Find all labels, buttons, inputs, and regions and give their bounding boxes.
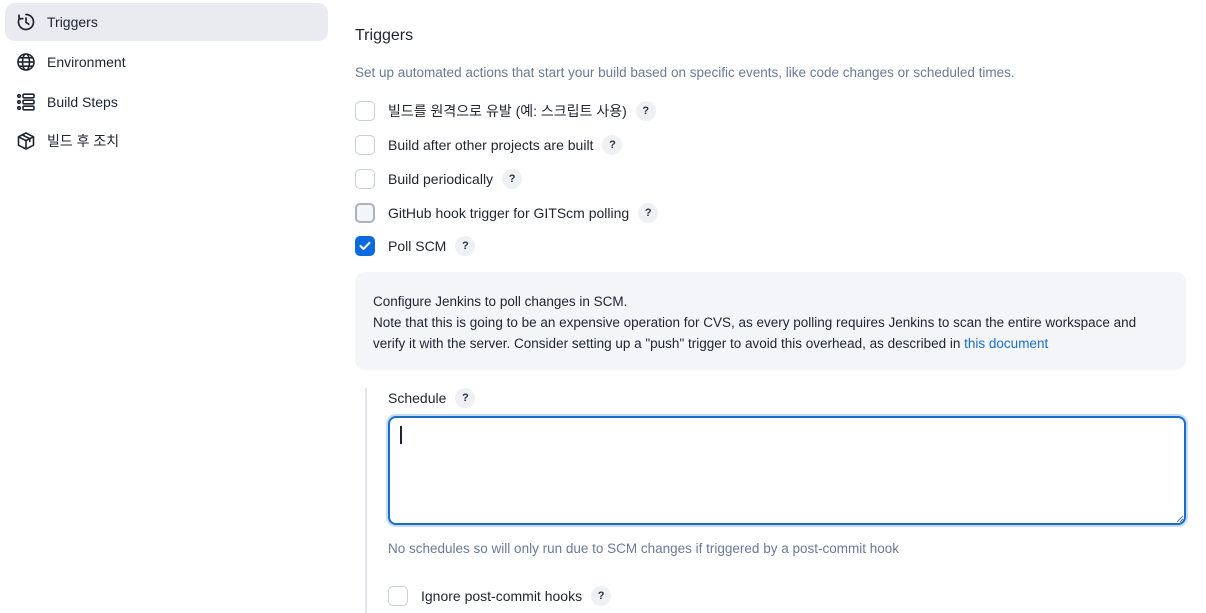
help-icon[interactable]: ? xyxy=(502,169,523,189)
github-hook-checkbox[interactable] xyxy=(355,203,375,223)
globe-icon xyxy=(15,51,37,73)
option-label: 빌드를 원격으로 유발 (예: 스크립트 사용) xyxy=(388,103,627,119)
ignore-post-commit-hooks-checkbox[interactable] xyxy=(388,586,408,606)
sidebar-item-environment[interactable]: Environment xyxy=(5,43,328,81)
package-icon xyxy=(15,130,37,152)
option-build-after-other: Build after other projects are built ? xyxy=(355,134,623,156)
section-description: Set up automated actions that start your… xyxy=(355,65,1015,80)
remote-trigger-checkbox[interactable] xyxy=(355,101,375,121)
option-ignore-post-commit-hooks: Ignore post-commit hooks ? xyxy=(388,585,612,607)
poll-scm-help-panel: Configure Jenkins to poll changes in SCM… xyxy=(355,272,1186,370)
sidebar-item-label: 빌드 후 조치 xyxy=(47,133,120,149)
help-icon[interactable]: ? xyxy=(602,135,623,155)
help-text-line1: Configure Jenkins to poll changes in SCM… xyxy=(373,294,628,309)
option-label: GitHub hook trigger for GITScm polling xyxy=(388,205,630,221)
schedule-textarea[interactable] xyxy=(388,416,1186,525)
sidebar-item-post-build[interactable]: 빌드 후 조치 xyxy=(5,122,328,160)
help-icon[interactable]: ? xyxy=(635,101,656,121)
sidebar: Triggers Environment Build Steps 빌드 후 조치 xyxy=(0,0,340,607)
sidebar-item-label: Triggers xyxy=(47,14,98,30)
schedule-hint: No schedules so will only run due to SCM… xyxy=(388,541,899,556)
schedule-label: Schedule xyxy=(388,390,447,406)
option-label: Build after other projects are built xyxy=(388,137,594,153)
poll-scm-nested-section: Schedule ? No schedules so will only run… xyxy=(365,388,1189,613)
option-label: Ignore post-commit hooks xyxy=(421,588,583,604)
main-content: Triggers Set up automated actions that s… xyxy=(355,0,1187,613)
sidebar-item-label: Environment xyxy=(47,54,126,70)
option-label: Poll SCM xyxy=(388,238,447,254)
option-poll-scm: Poll SCM ? xyxy=(355,235,476,257)
sidebar-item-label: Build Steps xyxy=(47,94,118,110)
poll-scm-checkbox[interactable] xyxy=(355,236,375,256)
text-caret xyxy=(400,426,402,444)
sidebar-item-triggers[interactable]: Triggers xyxy=(5,3,328,41)
sidebar-item-build-steps[interactable]: Build Steps xyxy=(5,83,328,121)
check-icon xyxy=(359,241,371,250)
option-remote-trigger: 빌드를 원격으로 유발 (예: 스크립트 사용) ? xyxy=(355,100,656,122)
section-title: Triggers xyxy=(355,27,414,44)
list-icon xyxy=(15,91,37,113)
option-build-periodically: Build periodically ? xyxy=(355,168,523,190)
option-label: Build periodically xyxy=(388,171,494,187)
help-icon[interactable]: ? xyxy=(591,586,612,606)
this-document-link[interactable]: this document xyxy=(964,336,1048,351)
option-github-hook: GitHub hook trigger for GITScm polling ? xyxy=(355,202,659,224)
help-icon[interactable]: ? xyxy=(455,236,476,256)
resize-handle-icon[interactable] xyxy=(1176,515,1184,523)
help-text-line2: Note that this is going to be an expensi… xyxy=(373,312,1168,354)
help-icon[interactable]: ? xyxy=(455,388,476,408)
build-periodically-checkbox[interactable] xyxy=(355,169,375,189)
clock-icon xyxy=(15,11,37,33)
build-after-other-checkbox[interactable] xyxy=(355,135,375,155)
help-icon[interactable]: ? xyxy=(638,203,659,223)
schedule-label-row: Schedule ? xyxy=(388,388,476,408)
